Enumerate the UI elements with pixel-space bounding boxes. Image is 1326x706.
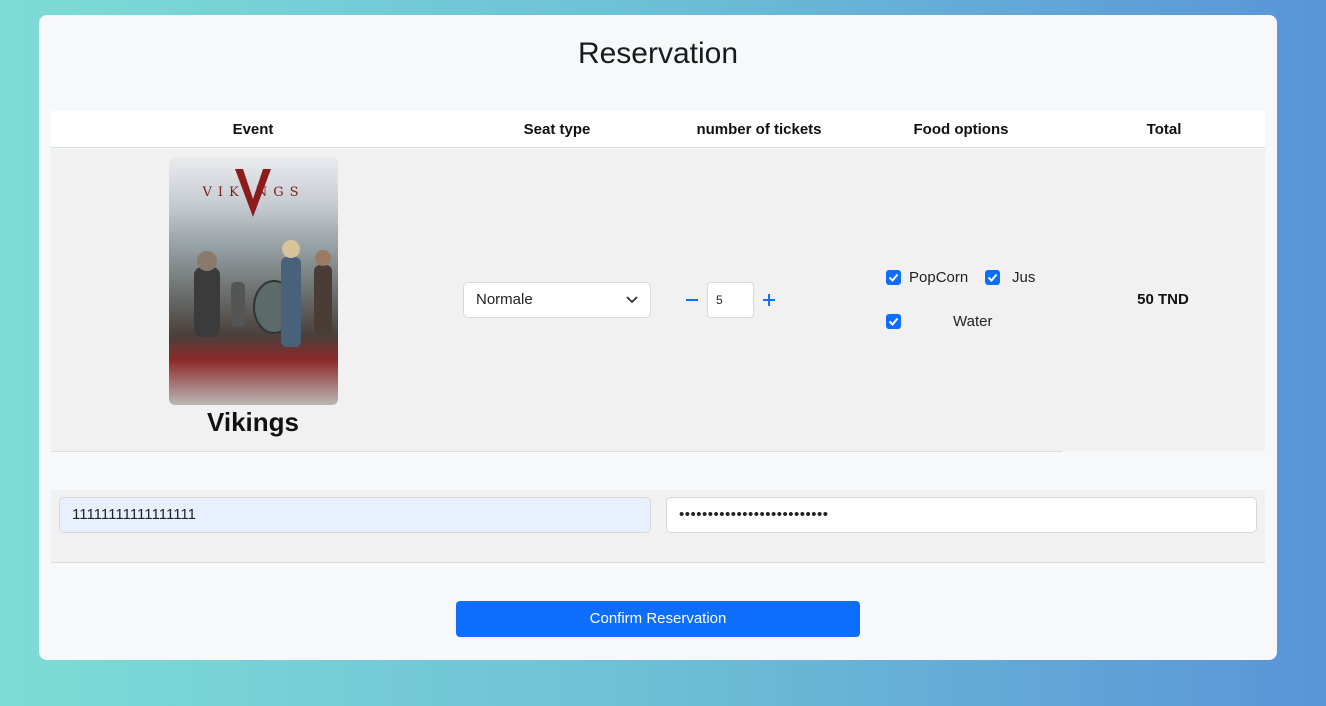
payment-section: 11111111111111111 ••••••••••••••••••••••… [51,490,1265,563]
reservation-card: Reservation Event Seat type number of ti… [39,15,1277,660]
header-food-options: Food options [913,121,1009,138]
check-icon [888,317,899,326]
water-checkbox[interactable] [886,314,901,329]
event-poster: VIKINGS [169,157,338,405]
check-icon [888,273,899,282]
minus-icon [686,299,698,301]
row-divider [51,451,1062,452]
check-icon [987,273,998,282]
popcorn-checkbox[interactable] [886,270,901,285]
seat-type-select[interactable]: Normale [463,282,651,318]
header-total: Total [1146,121,1182,138]
header-number-of-tickets: number of tickets [696,121,822,138]
confirm-reservation-button[interactable]: Confirm Reservation [456,601,860,637]
plus-icon [763,294,775,306]
popcorn-label: PopCorn [909,269,969,286]
card-number-input[interactable]: 11111111111111111 [59,497,651,533]
water-label: Water [953,313,993,330]
decrement-tickets-button[interactable] [681,288,703,312]
seat-type-value: Normale [476,291,533,308]
chevron-down-icon [626,283,638,330]
password-input[interactable]: •••••••••••••••••••••••••• [666,497,1257,533]
increment-tickets-button[interactable] [758,288,780,312]
jus-label: Jus [1012,269,1036,286]
table-header: Event Seat type number of tickets Food o… [51,111,1265,148]
total-price: 50 TND [1137,291,1189,308]
table-row: VIKINGS Vikings Normale 5 PopCorn Jus Wa… [51,149,1265,451]
header-seat-type: Seat type [523,121,591,138]
jus-checkbox[interactable] [985,270,1000,285]
tickets-quantity-input[interactable]: 5 [707,282,754,318]
poster-artwork [194,169,332,347]
header-event: Event [232,121,274,138]
page-title: Reservation [577,37,739,70]
event-name: Vikings [206,407,299,437]
